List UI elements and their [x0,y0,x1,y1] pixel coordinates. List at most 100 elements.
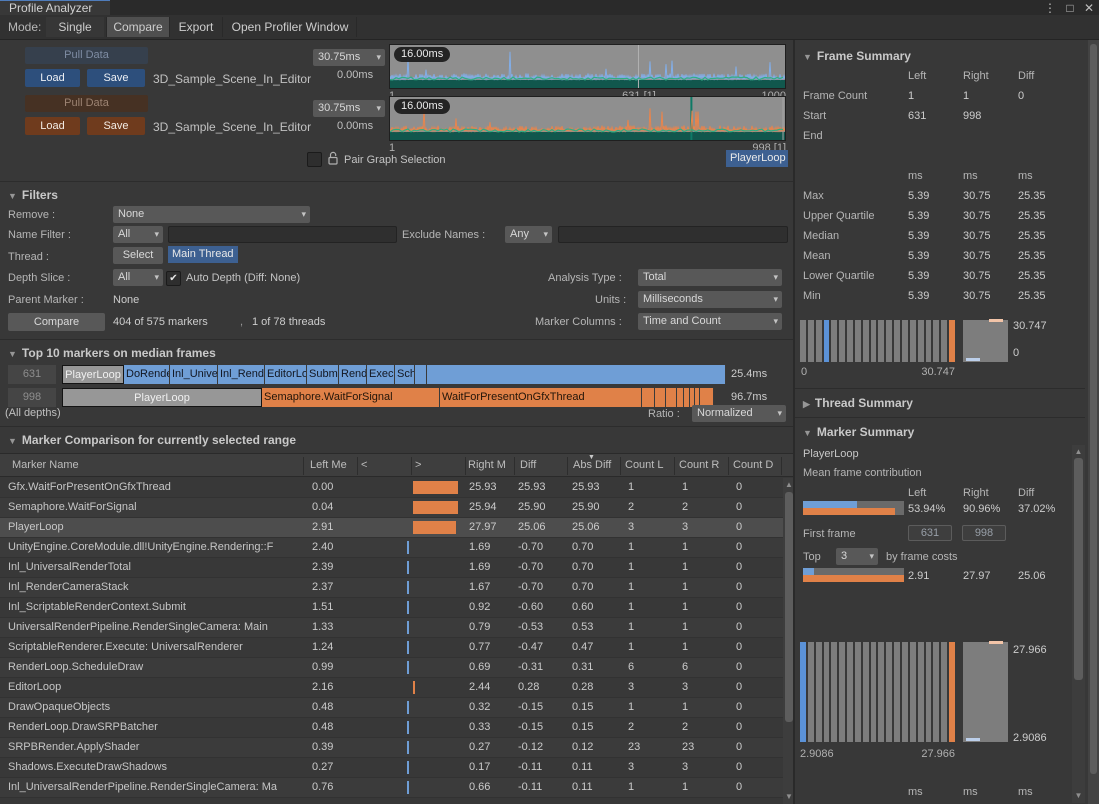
col-left-median[interactable]: Left Me [310,459,354,471]
marker-columns-dropdown[interactable]: Time and Count▾ [638,313,782,330]
range-dropdown-top[interactable]: 30.75ms▾ [313,49,385,66]
marker-segment[interactable]: Sch [395,365,415,384]
marker-segment[interactable]: DoRenderl [124,365,170,384]
marker-segment[interactable] [415,365,427,384]
col-diff[interactable]: Diff [520,459,560,471]
col-marker-name[interactable]: Marker Name [12,459,297,471]
save-button-left[interactable]: Save [87,69,145,87]
ratio-dropdown[interactable]: Normalized▾ [692,405,786,422]
top-n-dropdown[interactable]: 3▾ [836,548,878,565]
count-right-cell: 1 [682,618,688,637]
marker-segment[interactable]: Submi [307,365,339,384]
marker-segment[interactable]: Exec [367,365,395,384]
close-icon[interactable]: ✕ [1081,1,1097,15]
top-markers-bar-left[interactable]: PlayerLoopDoRenderlInl_UniversInl_Render… [62,365,726,384]
analysis-type-dropdown[interactable]: Total▾ [638,269,782,286]
marker-segment[interactable]: PlayerLoop [62,388,262,407]
kebab-menu-icon[interactable]: ⋮ [1042,1,1058,15]
marker-summary-header[interactable]: ▼Marker Summary [803,425,914,439]
load-button-right[interactable]: Load [25,117,80,135]
comparison-section-header[interactable]: ▼Marker Comparison for currently selecte… [8,433,296,447]
col-right-bar[interactable]: > [415,459,435,471]
col-abs-diff[interactable]: Abs Diff [573,459,617,471]
table-row[interactable]: ScriptableRenderer.Execute: UniversalRen… [0,638,783,658]
table-row[interactable]: EditorLoop2.162.440.280.28330 [0,678,783,698]
marker-segment[interactable]: Inl_Render [218,365,265,384]
thread-select-button[interactable]: Select [113,247,163,264]
units-dropdown[interactable]: Milliseconds▾ [638,291,782,308]
depth-slice-dropdown[interactable]: All▾ [113,269,163,286]
col-count-right[interactable]: Count R [679,459,726,471]
table-row[interactable]: RenderLoop.ScheduleDraw0.990.69-0.310.31… [0,658,783,678]
frame-summary-header[interactable]: ▼Frame Summary [803,49,911,63]
marker-summary-scrollbar[interactable]: ▲ ▼ [1072,445,1085,803]
table-row[interactable]: UnityEngine.CoreModule.dll!UnityEngine.R… [0,538,783,558]
panel-divider[interactable] [793,40,795,804]
remove-dropdown[interactable]: None▾ [113,206,310,223]
export-button[interactable]: Export [170,17,223,37]
table-row[interactable]: Inl_RenderCameraStack2.371.67-0.700.7011… [0,578,783,598]
table-row[interactable]: Inl_ScriptableRenderContext.Submit1.510.… [0,598,783,618]
top-markers-bar-right[interactable]: PlayerLoopSemaphore.WaitForSignalWaitFor… [62,388,726,407]
first-frame-right-button[interactable]: 998 [962,525,1006,541]
name-filter-input[interactable] [168,226,397,243]
marker-segment[interactable]: PlayerLoop [62,365,124,384]
marker-segment[interactable] [655,388,666,407]
marker-segment[interactable] [427,365,726,384]
unlock-icon[interactable] [327,151,339,169]
table-row[interactable]: SRPBRender.ApplyShader0.390.27-0.120.122… [0,738,783,758]
marker-segment[interactable]: Inl_Univers [170,365,218,384]
col-count-left[interactable]: Count L [625,459,673,471]
chevron-down-icon: ▾ [773,313,778,330]
mode-single-button[interactable]: Single [46,17,104,37]
tab-profile-analyzer[interactable]: Profile Analyzer [0,0,110,15]
mode-compare-button[interactable]: Compare [106,17,170,37]
frame-time-graph-left[interactable]: 16.00ms [389,44,786,89]
name-filter-dropdown[interactable]: All▾ [113,226,163,243]
marker-segment[interactable]: Semaphore.WaitForSignal [262,388,440,407]
pair-graph-checkbox[interactable] [307,152,322,167]
exclude-names-dropdown[interactable]: Any▾ [505,226,552,243]
marker-segment[interactable]: Rend [339,365,367,384]
table-row[interactable]: RenderLoop.DrawSRPBatcher0.480.33-0.150.… [0,718,783,738]
top10-section-header[interactable]: ▼Top 10 markers on median frames [8,346,216,360]
maximize-icon[interactable]: □ [1062,1,1078,15]
table-row[interactable]: Gfx.WaitForPresentOnGfxThread0.0025.9325… [0,478,783,498]
filters-section-header[interactable]: ▼Filters [8,188,58,202]
table-row[interactable]: Inl_UniversalRenderTotal2.391.69-0.700.7… [0,558,783,578]
thread-summary-header[interactable]: ▶Thread Summary [803,396,913,410]
auto-depth-checkbox[interactable]: ✔ [166,271,181,286]
marker-segment[interactable]: EditorLoo [265,365,307,384]
frame-time-graph-right[interactable]: 16.00ms [389,96,786,141]
col-left-bar[interactable]: < [361,459,381,471]
pull-data-button-right[interactable]: Pull Data [25,95,148,112]
summary-row-value: 30.75 [963,210,991,222]
load-button-left[interactable]: Load [25,69,80,87]
col-right-median[interactable]: Right M [468,459,512,471]
summary-row-value: 5.39 [908,290,929,302]
col-count-diff[interactable]: Count D [733,459,780,471]
panel-scrollbar[interactable] [1088,40,1099,804]
exclude-names-input[interactable] [558,226,788,243]
compare-button[interactable]: Compare [8,313,105,331]
table-row[interactable]: Semaphore.WaitForSignal0.0425.9425.9025.… [0,498,783,518]
marker-segment[interactable]: WaitForPresentOnGfxThread [440,388,642,407]
marker-segment[interactable] [642,388,655,407]
histogram-bar [886,642,892,742]
table-row[interactable]: UniversalRenderPipeline.RenderSingleCame… [0,618,783,638]
diff-bar [407,561,409,574]
table-row[interactable]: PlayerLoop2.9127.9725.0625.06330 [0,518,783,538]
save-button-right[interactable]: Save [87,117,145,135]
right-median-cell: 1.69 [469,538,490,557]
marker-segment[interactable] [666,388,677,407]
range-dropdown-bottom[interactable]: 30.75ms▾ [313,100,385,117]
first-frame-left-button[interactable]: 631 [908,525,952,541]
table-row[interactable]: Shadows.ExecuteDrawShadows0.270.17-0.110… [0,758,783,778]
profile-analyzer-window: Profile Analyzer ⋮ □ ✕ Mode: Single Comp… [0,0,1099,804]
table-row[interactable]: DrawOpaqueObjects0.480.32-0.150.15110 [0,698,783,718]
open-profiler-window-button[interactable]: Open Profiler Window [224,17,357,37]
table-row[interactable]: Inl_UniversalRenderPipeline.RenderSingle… [0,778,783,798]
marker-segment[interactable] [677,388,684,407]
pull-data-button-left[interactable]: Pull Data [25,47,148,64]
ms-col-diff: Diff [1018,487,1034,499]
